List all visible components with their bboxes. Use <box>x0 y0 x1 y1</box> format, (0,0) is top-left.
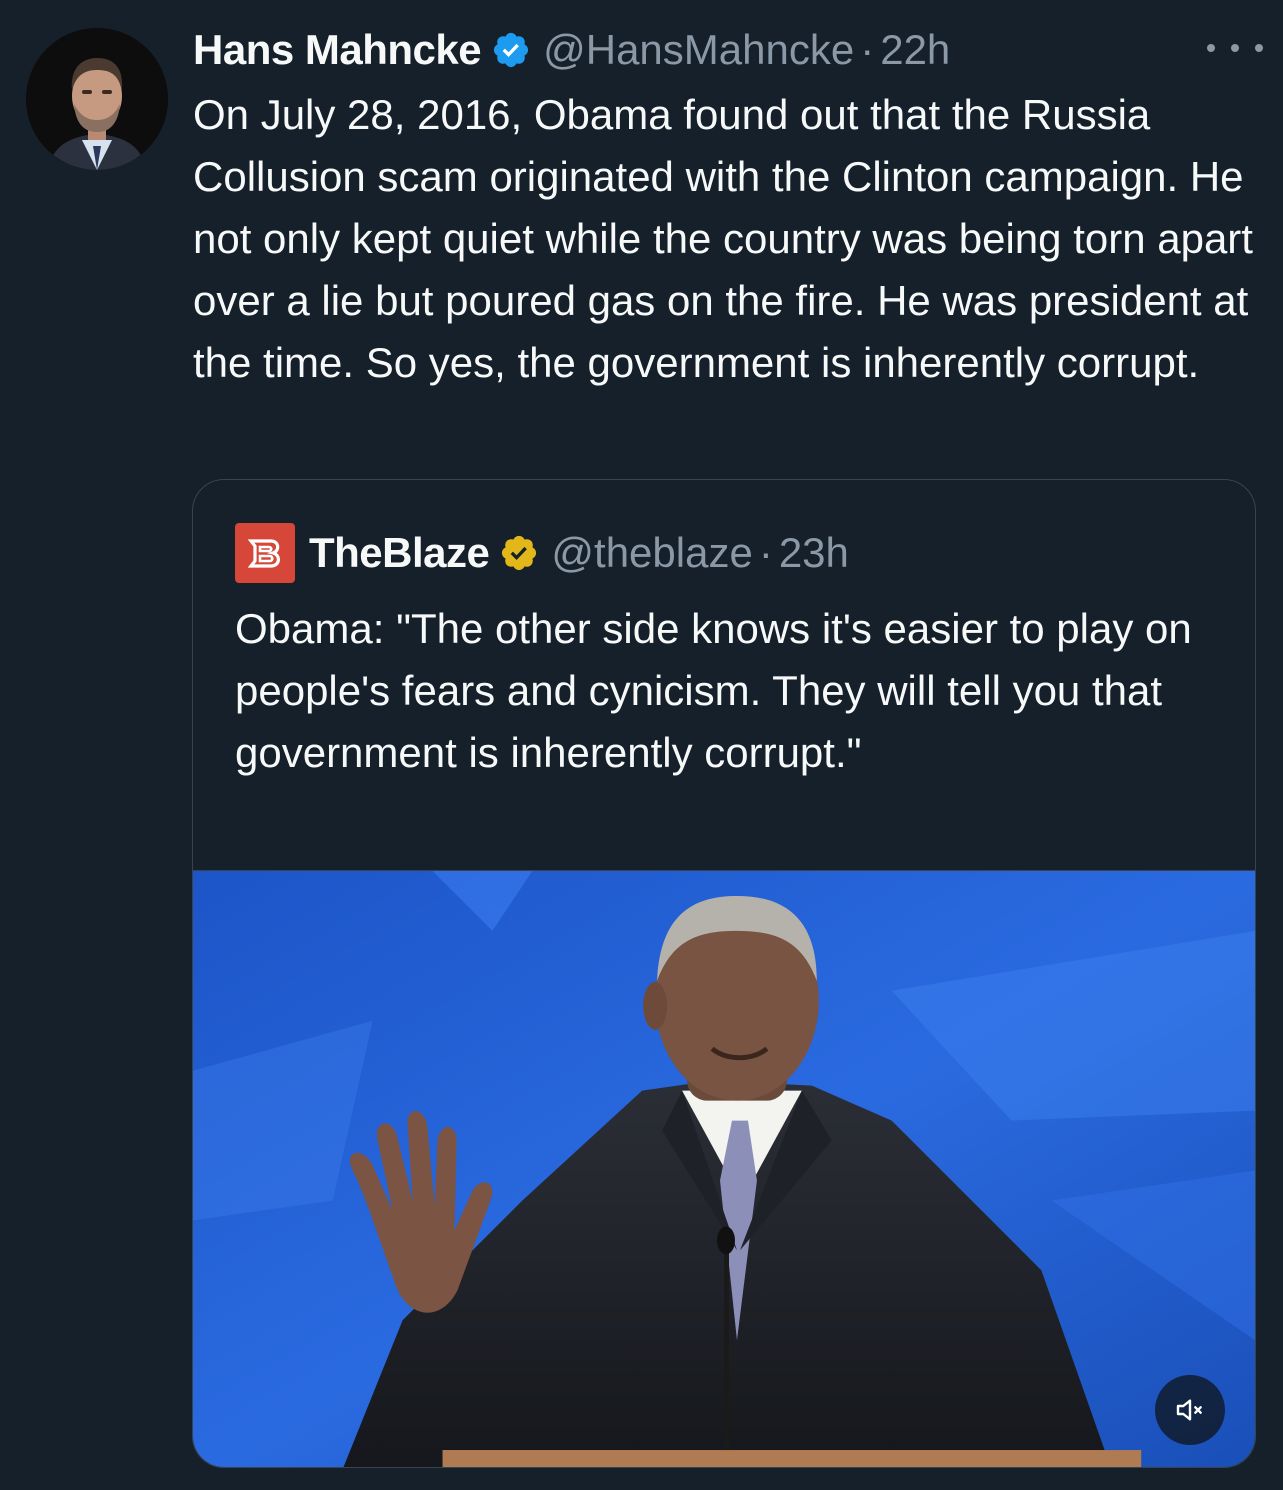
video-player[interactable] <box>193 870 1255 1467</box>
more-options-ellipsis-icon[interactable] <box>1207 28 1263 68</box>
gold-verified-badge-icon[interactable] <box>499 533 539 573</box>
ellipsis-dot <box>1255 44 1263 52</box>
quoted-tweet-timestamp[interactable]: 23h <box>779 529 849 577</box>
speaker-muted-icon <box>1176 1399 1202 1421</box>
tweet-header: Hans Mahncke @HansMahncke · 22h <box>193 20 1263 80</box>
video-frame-image <box>193 871 1255 1467</box>
author-handle[interactable]: @HansMahncke <box>543 26 854 74</box>
unmute-button[interactable] <box>1155 1375 1225 1445</box>
blaze-b-icon <box>247 539 280 568</box>
quoted-tweet-header: TheBlaze @theblaze · 23h <box>235 522 849 584</box>
author-name[interactable]: Hans Mahncke <box>193 26 482 74</box>
tweet[interactable]: Hans Mahncke @HansMahncke · 22h On July … <box>0 0 1283 1490</box>
separator-dot: · <box>758 529 773 576</box>
tweet-timestamp[interactable]: 22h <box>880 26 950 74</box>
tweet-text: On July 28, 2016, Obama found out that t… <box>193 91 1253 386</box>
verified-badge-icon[interactable] <box>491 30 531 70</box>
quoted-tweet-text: Obama: "The other side knows it's easier… <box>235 605 1192 776</box>
ellipsis-dot <box>1231 44 1239 52</box>
quoted-author-handle[interactable]: @theblaze <box>551 529 752 577</box>
separator-dot: · <box>860 26 875 73</box>
quoted-author-name[interactable]: TheBlaze <box>309 529 490 577</box>
theblaze-logo-avatar[interactable] <box>235 523 295 583</box>
quoted-tweet[interactable]: TheBlaze @theblaze · 23h Obama: "The oth… <box>192 479 1256 1468</box>
ellipsis-dot <box>1207 44 1215 52</box>
avatar-photo <box>26 28 168 170</box>
author-avatar[interactable] <box>26 28 168 170</box>
